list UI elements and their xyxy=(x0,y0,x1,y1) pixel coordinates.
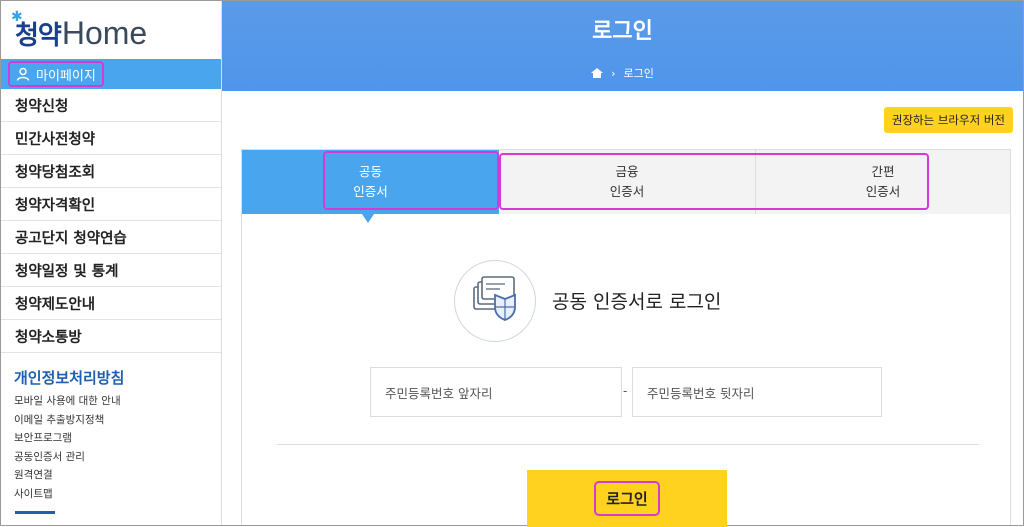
logo-star-icon: ✱ xyxy=(11,8,23,25)
front-placeholder: 주민등록번호 앞자리 xyxy=(385,385,493,401)
sidebar-item-private-pre-subscription[interactable]: 민간사전청약 xyxy=(1,122,221,155)
recommended-browser-button[interactable]: 권장하는 브라우저 버전 xyxy=(883,107,1013,133)
login-button-label: 로그인 xyxy=(594,481,660,516)
sidebar-item-communication[interactable]: 청약소통방 xyxy=(1,320,221,353)
link-security-program[interactable]: 보안프로그램 xyxy=(14,429,121,448)
tab-label-line2: 인증서 xyxy=(609,184,645,199)
sidebar-menu: 청약신청 민간사전청약 청약당첨조회 청약자격확인 공고단지 청약연습 청약일정… xyxy=(1,89,221,353)
mypage-label: 마이페이지 xyxy=(36,68,96,84)
field-separator: - xyxy=(623,384,628,398)
logo-korean: ✱ 청약 xyxy=(11,8,62,51)
breadcrumb: › 로그인 xyxy=(222,65,1023,81)
login-panel: 공동 인증서 금융 인증서 간편 인증서 xyxy=(241,149,1011,525)
sidebar-item-apply[interactable]: 청약신청 xyxy=(1,89,221,122)
cutoff-decoration xyxy=(15,511,55,514)
divider xyxy=(277,444,979,445)
resident-number-back-input[interactable]: 주민등록번호 뒷자리 xyxy=(632,367,882,417)
sidebar-item-schedule-stats[interactable]: 청약일정 및 통계 xyxy=(1,254,221,287)
main-content: 로그인 › 로그인 권장하는 브라우저 버전 공동 인증서 금융 인증서 간편 … xyxy=(222,1,1023,527)
sidebar-item-winner-lookup[interactable]: 청약당첨조회 xyxy=(1,155,221,188)
link-certificate-manage[interactable]: 공동인증서 관리 xyxy=(14,448,121,467)
back-placeholder: 주민등록번호 뒷자리 xyxy=(647,385,755,401)
tab-label-line1: 금융 xyxy=(615,164,639,179)
tab-label-line2: 인증서 xyxy=(353,184,388,199)
resident-number-front-input[interactable]: 주민등록번호 앞자리 xyxy=(370,367,622,417)
sidebar-item-eligibility-check[interactable]: 청약자격확인 xyxy=(1,188,221,221)
mypage-button[interactable]: 마이페이지 xyxy=(8,61,104,87)
sidebar-item-system-guide[interactable]: 청약제도안내 xyxy=(1,287,221,320)
footer-links: 모바일 사용에 대한 안내 이메일 추출방지정책 보안프로그램 공동인증서 관리… xyxy=(14,392,121,503)
tab-joint-certificate[interactable]: 공동 인증서 xyxy=(242,150,499,223)
tab-label-line2: 인증서 xyxy=(865,184,901,199)
mypage-bar: 마이페이지 xyxy=(1,59,221,89)
tab-label-line1: 공동 xyxy=(358,164,382,179)
logo-english: Home xyxy=(61,14,148,51)
breadcrumb-current: 로그인 xyxy=(623,67,654,80)
site-logo[interactable]: ✱ 청약 Home xyxy=(11,8,148,53)
sidebar-item-practice[interactable]: 공고단지 청약연습 xyxy=(1,221,221,254)
user-icon xyxy=(16,67,30,81)
home-icon[interactable] xyxy=(591,68,604,78)
login-button[interactable]: 로그인 xyxy=(527,470,727,527)
tab-financial-certificate[interactable]: 금융 인증서 xyxy=(499,150,755,214)
page-header: 로그인 › 로그인 xyxy=(222,1,1023,91)
tab-simple-certificate[interactable]: 간편 인증서 xyxy=(755,150,1010,214)
link-mobile-guide[interactable]: 모바일 사용에 대한 안내 xyxy=(14,392,121,411)
page-title: 로그인 xyxy=(592,19,653,44)
link-sitemap[interactable]: 사이트맵 xyxy=(14,485,121,504)
login-heading: 공동 인증서로 로그인 xyxy=(552,291,722,313)
sidebar: ✱ 청약 Home 마이페이지 청약신청 민간사전청약 청약당첨조회 청약자격확인… xyxy=(1,1,222,525)
link-email-policy[interactable]: 이메일 추출방지정책 xyxy=(14,411,121,430)
privacy-policy-link[interactable]: 개인정보처리방침 xyxy=(14,367,124,388)
certificate-icon xyxy=(454,260,536,342)
tab-label-line1: 간편 xyxy=(871,164,895,179)
link-remote-connect[interactable]: 원격연결 xyxy=(14,466,121,485)
breadcrumb-separator-icon: › xyxy=(611,66,616,80)
certificate-tabs: 공동 인증서 금융 인증서 간편 인증서 xyxy=(242,150,1010,223)
